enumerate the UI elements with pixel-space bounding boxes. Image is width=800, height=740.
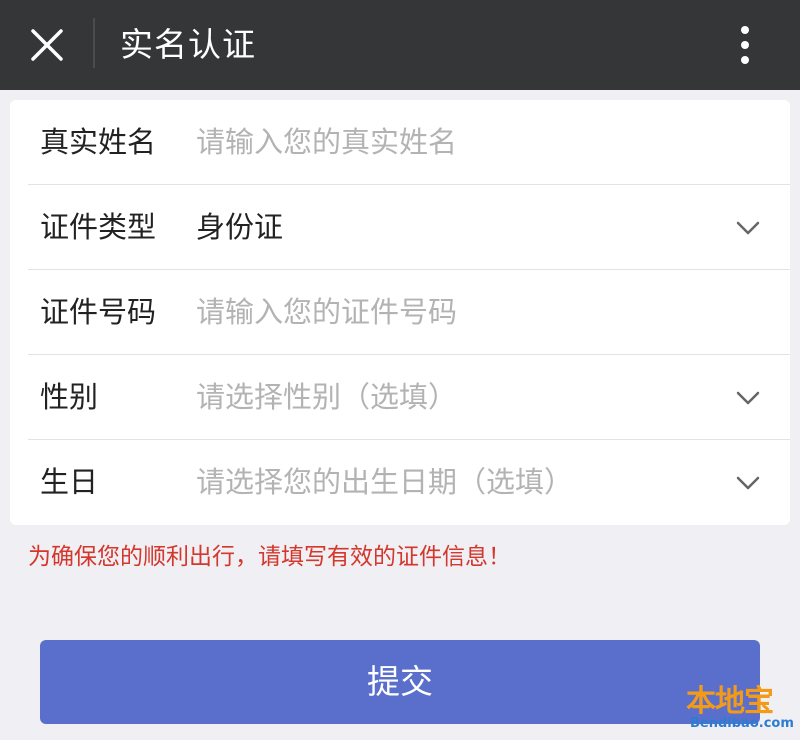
chevron-down-icon	[736, 391, 760, 405]
page-title: 实名认证	[120, 25, 256, 64]
submit-button[interactable]: 提交	[40, 640, 760, 724]
more-vertical-icon	[741, 26, 749, 64]
close-button[interactable]	[24, 22, 70, 68]
birthday-select[interactable]: 请选择您的出生日期（选填）	[196, 440, 716, 525]
field-row-id-type[interactable]: 证件类型 身份证	[28, 185, 790, 270]
id-number-input[interactable]	[196, 270, 716, 355]
field-row-id-number: 证件号码	[28, 270, 790, 355]
validity-notice: 为确保您的顺利出行，请填写有效的证件信息！	[28, 544, 511, 570]
field-row-birthday[interactable]: 生日 请选择您的出生日期（选填）	[28, 440, 790, 525]
id-type-select[interactable]: 身份证	[196, 185, 716, 270]
watermark-logo: 本地宝 Bendibao.com	[672, 676, 796, 736]
real-name-input[interactable]	[196, 100, 716, 185]
watermark-url: Bendibao.com	[690, 716, 794, 731]
real-name-label: 真实姓名	[40, 125, 157, 159]
id-type-label: 证件类型	[40, 210, 157, 244]
field-row-real-name: 真实姓名	[28, 100, 790, 185]
gender-label: 性别	[40, 380, 99, 414]
close-icon	[31, 29, 63, 61]
more-button[interactable]	[720, 18, 770, 72]
chevron-down-icon	[736, 221, 760, 235]
field-row-gender[interactable]: 性别 请选择性别（选填）	[28, 355, 790, 440]
id-verification-form: 真实姓名 证件类型 身份证 证件号码 性别 请选择性别（选填） 生日 请选择您的…	[10, 100, 790, 525]
chevron-down-icon	[736, 476, 760, 490]
title-bar: 实名认证	[0, 0, 800, 90]
birthday-label: 生日	[40, 465, 99, 499]
id-number-label: 证件号码	[40, 295, 157, 329]
watermark-brand: 本地宝	[686, 684, 774, 719]
title-divider	[93, 18, 95, 68]
gender-select[interactable]: 请选择性别（选填）	[196, 355, 716, 440]
